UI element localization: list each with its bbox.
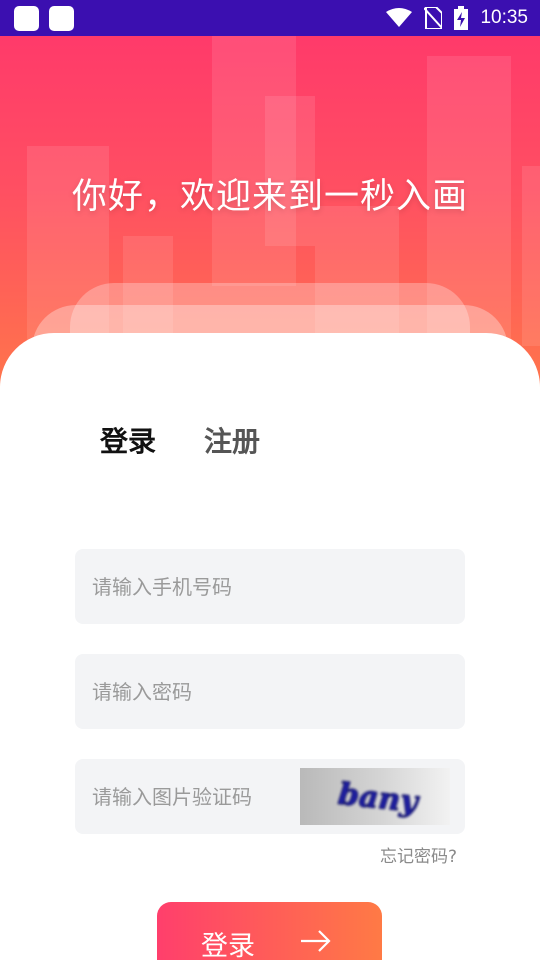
wifi-icon — [386, 8, 413, 28]
forgot-password-link[interactable]: 忘记密码? — [380, 842, 457, 867]
battery-charging-icon — [454, 6, 469, 30]
tab-login[interactable]: 登录 — [100, 420, 156, 460]
app-notification-icon — [14, 6, 39, 31]
captcha-field: bany — [75, 759, 465, 834]
phone-input[interactable] — [75, 549, 465, 624]
status-indicators: 10:35 — [386, 0, 528, 36]
no-sim-icon — [424, 7, 443, 29]
auth-tabs: 登录 注册 — [100, 420, 260, 460]
status-bar: 10:35 — [0, 0, 540, 36]
status-notifications — [14, 6, 74, 31]
captcha-image[interactable]: bany — [300, 768, 450, 825]
login-button-label: 登录 — [201, 931, 255, 960]
password-input[interactable] — [75, 654, 465, 729]
captcha-input[interactable] — [75, 759, 295, 834]
arrow-right-icon — [299, 924, 333, 960]
captcha-text: bany — [337, 777, 422, 820]
login-card — [0, 333, 540, 960]
tab-register[interactable]: 注册 — [204, 420, 260, 460]
welcome-title: 你好，欢迎来到一秒入画 — [71, 177, 468, 217]
status-time: 10:35 — [480, 7, 528, 28]
app-notification-icon — [49, 6, 74, 31]
login-button[interactable]: 登录 — [157, 902, 382, 960]
